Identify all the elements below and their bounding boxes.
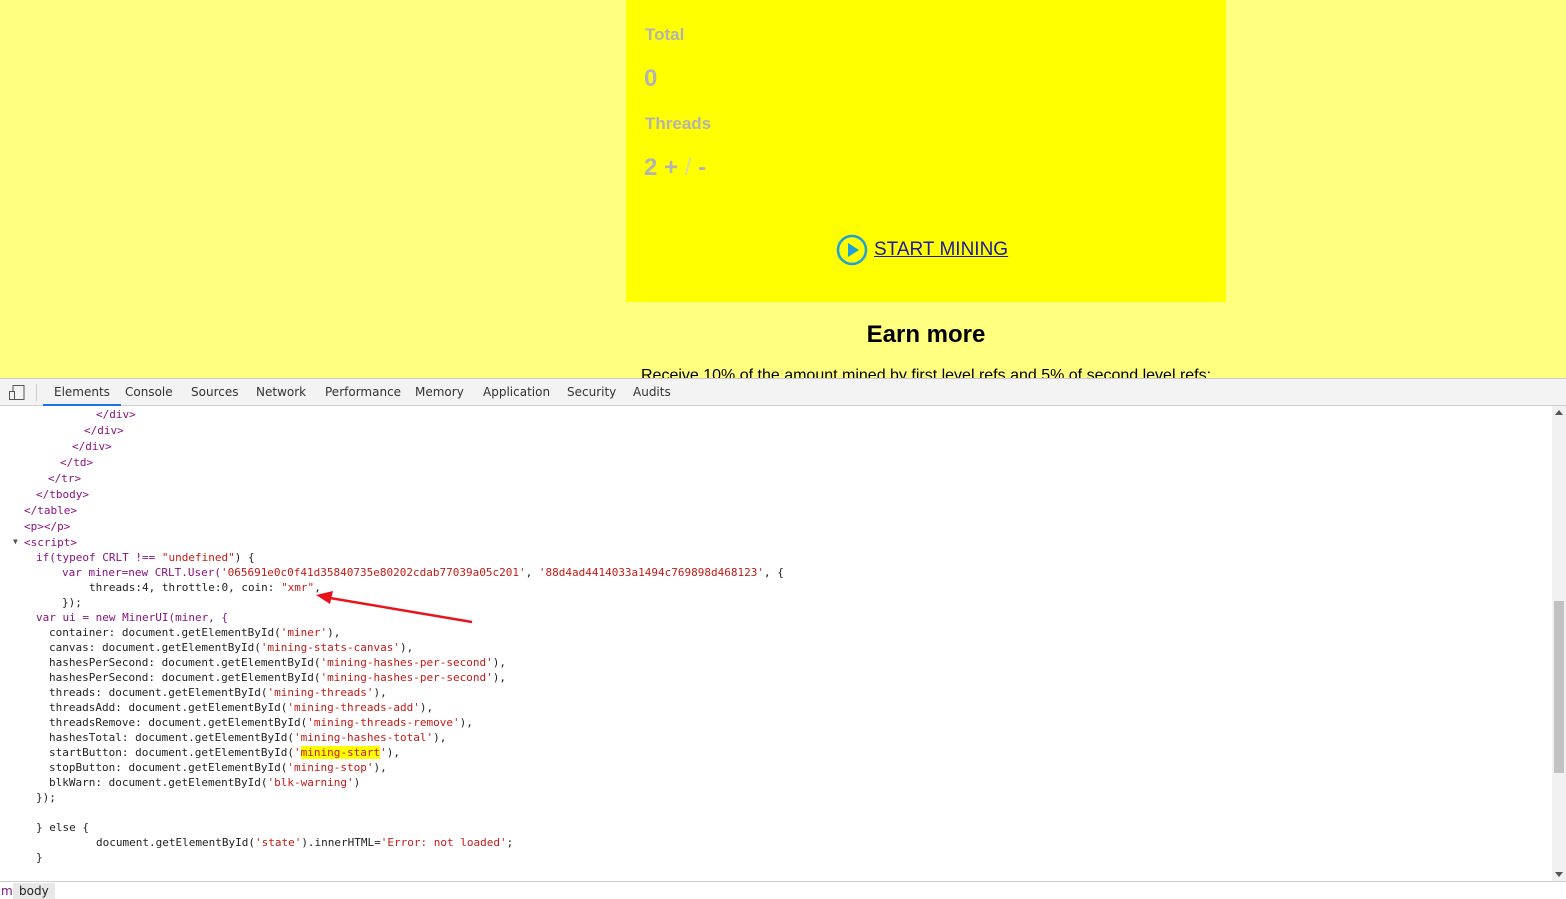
code-line[interactable]: </div>	[72, 439, 112, 454]
tab-audits[interactable]: Audits	[633, 379, 671, 406]
code-line: }	[36, 851, 43, 864]
tab-security[interactable]: Security	[567, 379, 616, 406]
dom-breadcrumbs: ml body	[0, 881, 1566, 899]
code-line: var miner=new CRLT.User('065691e0c0f41d3…	[62, 566, 784, 579]
code-line: hashesPerSecond: document.getElementById…	[49, 656, 506, 669]
code-line: });	[36, 791, 56, 804]
code-line: threadsRemove: document.getElementById('…	[49, 716, 473, 729]
tab-elements[interactable]: Elements	[43, 379, 121, 406]
start-mining-button[interactable]: START MINING	[836, 234, 1008, 266]
code-line: container: document.getElementById('mine…	[49, 626, 341, 639]
code-line-coin: threads:4, throttle:0, coin: "xmr",	[89, 581, 321, 594]
page-viewport: Total 0 Threads 2 + / - START MINING Ear…	[0, 0, 1566, 378]
expand-triangle-icon[interactable]: ▼	[13, 534, 18, 549]
tab-performance[interactable]: Performance	[325, 379, 401, 406]
elements-tree: </div> </div> </div> </td> </tr> </tbody…	[0, 406, 1552, 881]
devtools-panel: Elements Console Sources Network Perform…	[0, 378, 1566, 899]
code-line: document.getElementById('state').innerHT…	[96, 836, 514, 849]
script-tag[interactable]: <script>	[24, 535, 77, 550]
threads-separator: /	[684, 154, 692, 181]
code-line: stopButton: document.getElementById('min…	[49, 761, 387, 774]
code-line[interactable]: </td>	[60, 455, 93, 470]
tab-application[interactable]: Application	[483, 379, 550, 406]
tab-console[interactable]: Console	[125, 379, 173, 406]
tab-memory[interactable]: Memory	[415, 379, 464, 406]
code-line[interactable]: </tr>	[48, 471, 81, 486]
code-line: } else {	[36, 821, 89, 834]
threads-label: Threads	[645, 114, 712, 133]
total-value: 0	[644, 65, 658, 92]
code-line: });	[62, 596, 82, 609]
code-line: var ui = new MinerUI(miner, {	[36, 611, 229, 624]
miner-panel: Total 0 Threads 2 + / - START MINING	[626, 0, 1226, 302]
device-toolbar-icon[interactable]	[9, 385, 25, 400]
code-line: blkWarn: document.getElementById('blk-wa…	[49, 776, 361, 789]
scroll-down-arrow-icon[interactable]	[1555, 872, 1563, 877]
earn-more-heading: Earn more	[866, 321, 986, 348]
scroll-up-arrow-icon[interactable]	[1555, 410, 1563, 415]
code-line-start-button: startButton: document.getElementById('mi…	[49, 746, 401, 759]
search-highlight: mining-start	[300, 746, 381, 759]
code-line: canvas: document.getElementById('mining-…	[49, 641, 414, 654]
scrollbar-thumb[interactable]	[1554, 601, 1564, 773]
code-line: if(typeof CRLT !== "undefined") {	[36, 551, 255, 564]
play-icon	[836, 234, 868, 266]
threads-value: 2	[644, 154, 658, 181]
breadcrumb-body[interactable]: body	[13, 883, 55, 899]
tab-network[interactable]: Network	[256, 379, 306, 406]
elements-scrollbar[interactable]	[1552, 406, 1566, 881]
code-line[interactable]: </tbody>	[36, 487, 89, 502]
threads-add-button[interactable]: +	[664, 154, 678, 181]
start-mining-label: START MINING	[874, 239, 1009, 260]
earn-more-text: Receive 10% of the amount mined by first…	[641, 367, 1212, 378]
devtools-tabbar: Elements Console Sources Network Perform…	[0, 378, 1566, 406]
code-line[interactable]: </div>	[84, 423, 124, 438]
code-line[interactable]: </div>	[96, 407, 136, 422]
code-line[interactable]: <p></p>	[24, 519, 70, 534]
threads-controls: 2 + / -	[644, 154, 706, 182]
tab-sources[interactable]: Sources	[191, 379, 238, 406]
code-line: threadsAdd: document.getElementById('min…	[49, 701, 434, 714]
total-label: Total	[645, 25, 685, 44]
code-line[interactable]: </table>	[24, 503, 77, 518]
code-line: hashesTotal: document.getElementById('mi…	[49, 731, 447, 744]
tabbar-divider	[36, 384, 37, 401]
code-line: hashesPerSecond: document.getElementById…	[49, 671, 506, 684]
threads-remove-button[interactable]: -	[698, 154, 706, 181]
code-line: threads: document.getElementById('mining…	[49, 686, 387, 699]
